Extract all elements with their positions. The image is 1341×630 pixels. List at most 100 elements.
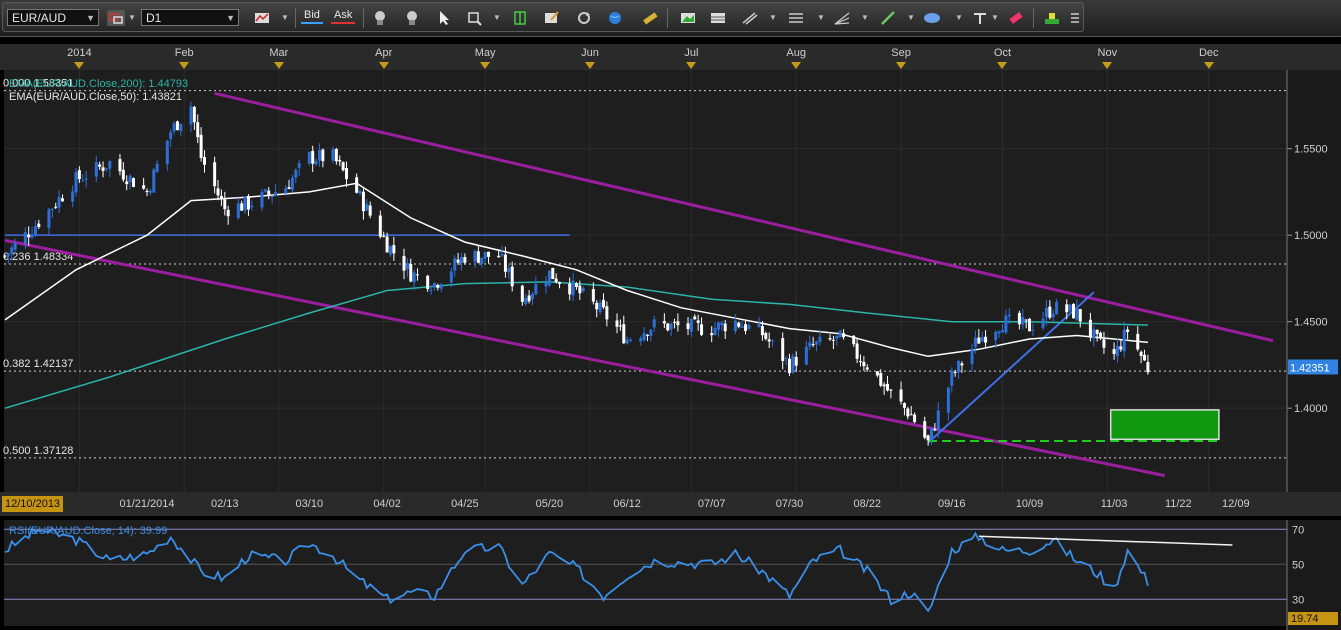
candle-body <box>345 168 349 180</box>
event-marker-icon[interactable] <box>179 62 190 69</box>
candle-body <box>108 161 112 169</box>
fib-level-label: 0.382 1.42137 <box>3 358 73 370</box>
candle-body <box>828 338 832 340</box>
globe-icon[interactable] <box>606 10 624 26</box>
chevron-down-icon[interactable]: ▼ <box>493 13 501 22</box>
ask-toggle[interactable]: Ask <box>331 8 356 24</box>
candle-body <box>686 323 690 329</box>
draw-lines-icon[interactable] <box>741 10 759 26</box>
event-marker-icon[interactable] <box>1203 62 1214 69</box>
fan-icon[interactable] <box>833 10 851 26</box>
timeframe-value: D1 <box>146 11 162 25</box>
rsi-min-label: 19.74 <box>1291 613 1319 625</box>
candle-body <box>767 339 771 342</box>
candle-body <box>81 180 85 182</box>
refresh-icon[interactable] <box>575 10 593 26</box>
ellipse-icon[interactable] <box>923 10 941 26</box>
chart-type-icon[interactable] <box>253 10 271 26</box>
timeframe-select[interactable]: D1 ▼ <box>141 9 239 26</box>
date-label: 07/07 <box>697 498 726 510</box>
price-chart[interactable]: 1.40001.45001.50001.5500 0.000 1.583510.… <box>0 70 1341 492</box>
chevron-down-icon[interactable]: ▼ <box>907 13 915 22</box>
chevron-down-icon: ▼ <box>86 13 95 23</box>
bid-toggle[interactable]: Bid <box>301 8 323 24</box>
event-marker-icon[interactable] <box>997 62 1008 69</box>
edit-icon[interactable] <box>543 10 561 26</box>
chevron-down-icon[interactable]: ▼ <box>955 13 963 22</box>
event-marker-icon[interactable] <box>273 62 284 69</box>
chevron-down-icon[interactable]: ▼ <box>281 13 289 22</box>
candle-body <box>128 175 132 183</box>
ruler-icon[interactable] <box>641 10 659 26</box>
candle-body <box>808 342 812 347</box>
chevron-down-icon[interactable]: ▼ <box>991 13 999 22</box>
pen-icon[interactable] <box>879 10 897 26</box>
candle-body <box>125 181 129 185</box>
candle-body <box>862 362 866 367</box>
candle-body <box>260 192 264 208</box>
candle-body <box>331 149 335 161</box>
candle-body <box>740 326 744 328</box>
chevron-down-icon[interactable]: ▼ <box>861 13 869 22</box>
candle-body <box>1048 306 1052 318</box>
event-marker-icon[interactable] <box>896 62 907 69</box>
candle-body <box>858 361 862 363</box>
image-icon[interactable] <box>679 10 697 26</box>
table-icon[interactable] <box>709 10 727 26</box>
candle-body <box>449 271 453 283</box>
eraser-icon[interactable] <box>1007 10 1025 26</box>
candle-body <box>781 338 785 362</box>
candle-body <box>906 408 910 417</box>
hlines-icon[interactable] <box>787 10 805 26</box>
candle-body <box>973 337 977 347</box>
separator <box>1033 8 1034 28</box>
candle-body <box>977 337 981 344</box>
candle-body <box>287 187 291 189</box>
date-label: 03/10 <box>295 498 324 510</box>
menu-icon[interactable] <box>1067 10 1085 26</box>
event-marker-icon[interactable] <box>378 62 389 69</box>
candle-body <box>933 428 937 431</box>
ema-200-legend: EMA(EUR/AUD.Close,200): 1.44793 <box>9 78 188 90</box>
candle-body <box>436 284 440 288</box>
symbol-select[interactable]: EUR/AUD ▼ <box>7 9 99 26</box>
candle-body <box>500 254 504 256</box>
candle-body <box>213 162 217 187</box>
rsi-chart[interactable]: 70 50 30 RSI(EUR/AUD.Close, 14): 39.99 19.74 <box>0 520 1341 630</box>
link-icon[interactable] <box>107 10 125 26</box>
objects-icon[interactable] <box>1043 10 1061 26</box>
zoom-in-icon[interactable] <box>371 10 389 26</box>
event-marker-icon[interactable] <box>74 62 85 69</box>
ema-50-legend: EMA(EUR/AUD.Close,50): 1.43821 <box>9 91 182 103</box>
month-label: Jun <box>581 47 599 59</box>
candle-body <box>601 299 605 308</box>
y-tick-label: 1.5500 <box>1294 144 1328 156</box>
candle-body <box>355 177 359 193</box>
candle-body <box>902 403 906 408</box>
candle-body <box>358 190 362 194</box>
chevron-down-icon[interactable]: ▼ <box>817 13 825 22</box>
cursor-icon[interactable] <box>435 10 453 26</box>
candle-body <box>145 190 149 193</box>
candle-body <box>696 320 700 323</box>
chevron-down-icon[interactable]: ▼ <box>128 13 136 22</box>
candle-body <box>368 205 372 216</box>
event-marker-icon[interactable] <box>686 62 697 69</box>
candle-body <box>453 258 457 271</box>
candle-body <box>534 283 538 295</box>
zoom-out-icon[interactable] <box>403 10 421 26</box>
candle-body <box>723 323 727 332</box>
rsi-level-label: 30 <box>1292 594 1304 606</box>
event-marker-icon[interactable] <box>584 62 595 69</box>
crosshair-icon[interactable] <box>465 10 483 26</box>
candle-body <box>432 283 436 288</box>
candle-body <box>960 363 964 366</box>
event-marker-icon[interactable] <box>1102 62 1113 69</box>
event-marker-icon[interactable] <box>791 62 802 69</box>
fib-level-label: 0.500 1.37128 <box>3 445 73 457</box>
indicator-icon[interactable] <box>511 10 529 26</box>
candle-body <box>365 203 369 211</box>
event-marker-icon[interactable] <box>480 62 491 69</box>
text-icon[interactable] <box>971 10 989 26</box>
chevron-down-icon[interactable]: ▼ <box>769 13 777 22</box>
